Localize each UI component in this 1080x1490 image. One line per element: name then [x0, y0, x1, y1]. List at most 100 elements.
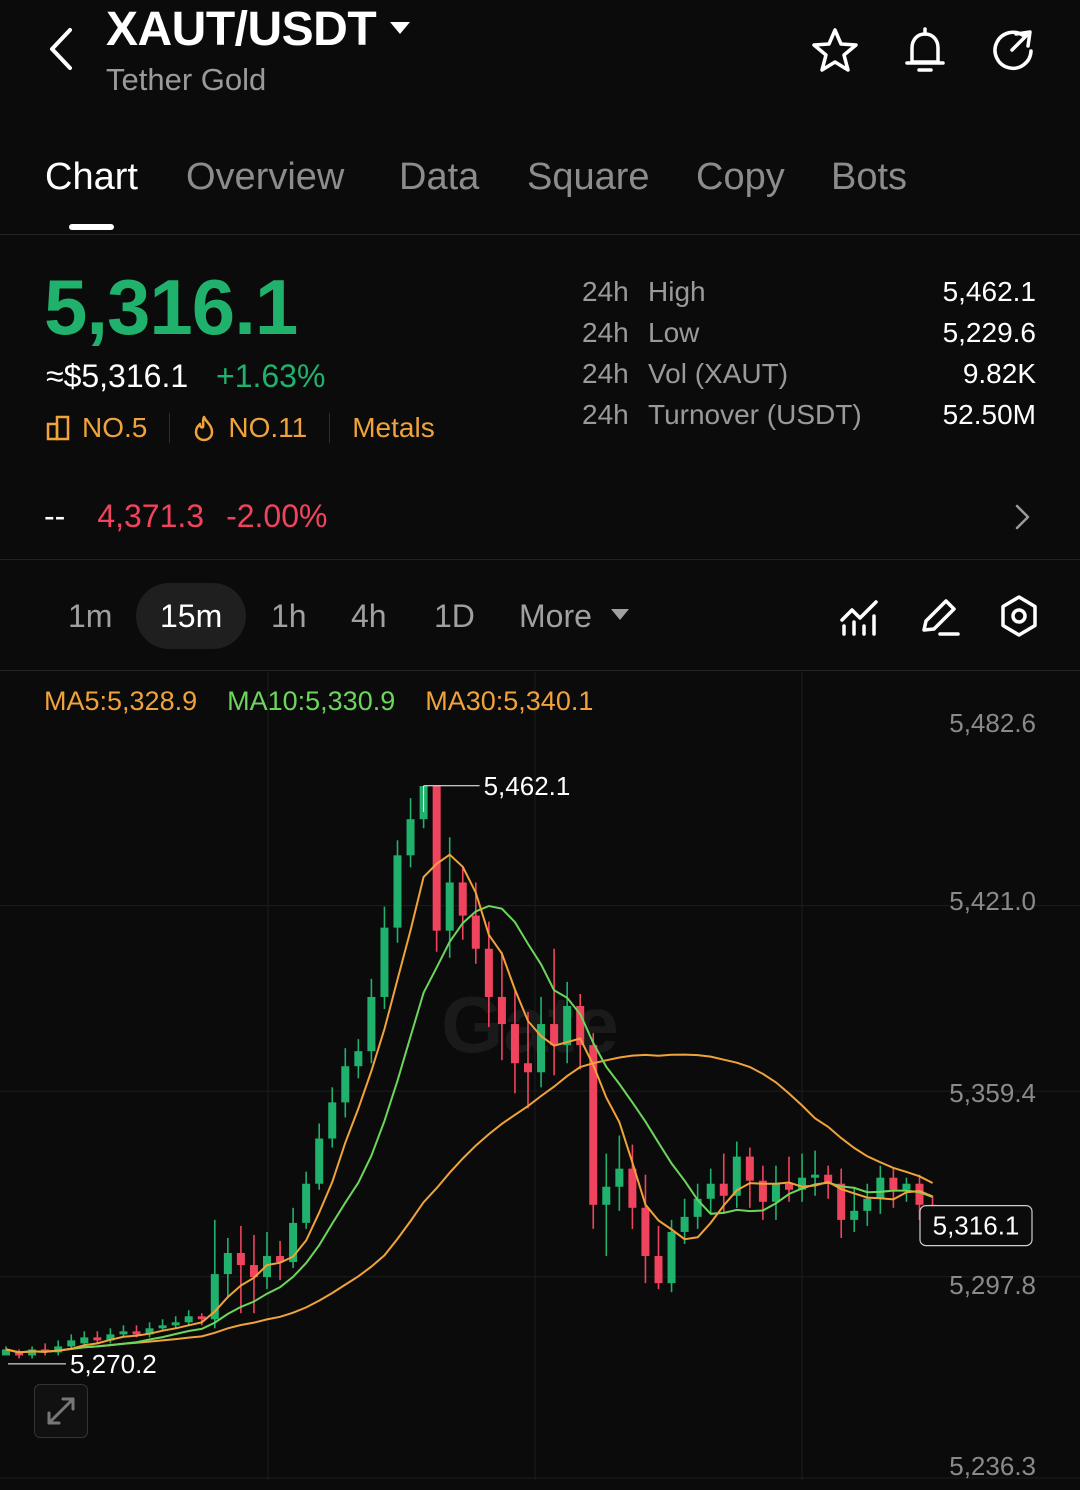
flame-icon: [195, 415, 214, 442]
stat-row-low: 24h Low 5,229.6: [582, 317, 1036, 358]
indicators-icon[interactable]: [838, 594, 882, 638]
stat-period: 24h: [582, 399, 629, 430]
share-icon[interactable]: [988, 26, 1038, 76]
tab-overview[interactable]: Overview: [186, 156, 344, 199]
candle-body: [497, 996, 506, 1025]
candles: [2, 786, 937, 1359]
tab-square[interactable]: Square: [527, 156, 650, 199]
back-chevron-icon[interactable]: [40, 24, 84, 74]
y-axis-tick: 5,359.4: [949, 1078, 1036, 1108]
draw-pen-icon[interactable]: [918, 594, 962, 638]
stat-label: High: [648, 276, 706, 307]
pair-name: Tether Gold: [106, 62, 267, 97]
secondary-price-row[interactable]: -- 4,371.3 -2.00%: [44, 498, 327, 535]
candle-body: [171, 1322, 180, 1326]
candle-body: [471, 915, 480, 949]
stats-panel: 24h High 5,462.1 24h Low 5,229.6 24h Vol…: [582, 276, 1036, 440]
candle-body: [615, 1168, 624, 1187]
candle-body: [354, 1051, 363, 1067]
candlestick-chart[interactable]: Gate 5,462.15,270.25,316.1: [0, 671, 1080, 1490]
candle-body: [67, 1340, 76, 1347]
candle-body: [445, 882, 454, 931]
y-axis-tick: 5,482.6: [949, 708, 1036, 738]
expand-chart-button[interactable]: [34, 1384, 88, 1438]
bell-icon[interactable]: [900, 26, 950, 76]
approx-usd-price: ≈$5,316.1: [46, 358, 189, 394]
low-price-label: 5,270.2: [70, 1349, 157, 1379]
candle-body: [550, 1024, 559, 1046]
rank-chart-icon: [46, 415, 70, 441]
candle-body: [863, 1198, 872, 1211]
ma30-line: [5, 1053, 934, 1354]
ma-legend: MA5:5,328.9 MA10:5,330.9 MA30:5,340.1: [44, 686, 593, 717]
star-icon[interactable]: [810, 26, 860, 76]
rank-row: NO.5 NO.11 Metals: [46, 410, 435, 446]
secondary-price: 4,371.3: [97, 498, 205, 534]
stat-value: 9.82K: [962, 358, 1036, 389]
candle-body: [850, 1210, 859, 1220]
stat-value: 5,229.6: [942, 317, 1036, 348]
candle-body: [80, 1337, 89, 1344]
stat-row-volume: 24h Vol (XAUT) 9.82K: [582, 358, 1036, 399]
divider: [329, 413, 331, 443]
change-percent: +1.63%: [216, 358, 326, 394]
stat-label: Turnover (USDT): [648, 399, 862, 430]
more-caret-icon[interactable]: [610, 607, 630, 623]
chevron-right-icon[interactable]: [1012, 502, 1032, 532]
candle-body: [223, 1253, 232, 1275]
rank-badge-2[interactable]: NO.11: [228, 412, 307, 444]
candle-body: [236, 1253, 245, 1266]
candle-body: [328, 1102, 337, 1139]
rank-badge-1[interactable]: NO.5: [82, 412, 147, 444]
candle-body: [524, 1063, 532, 1073]
pair-title[interactable]: XAUT/USDT: [106, 4, 377, 56]
dropdown-caret-icon[interactable]: [388, 16, 412, 40]
interval-more[interactable]: More: [519, 598, 592, 635]
candle-body: [484, 948, 493, 997]
interval-4h[interactable]: 4h: [351, 598, 387, 635]
interval-1d[interactable]: 1D: [434, 598, 475, 635]
ma10-value: MA10:5,330.9: [227, 686, 396, 716]
candle-body: [745, 1156, 754, 1181]
candle-body: [458, 882, 467, 916]
divider: [0, 559, 1080, 560]
tab-copy[interactable]: Copy: [696, 156, 785, 199]
tab-data[interactable]: Data: [399, 156, 479, 199]
interval-1m[interactable]: 1m: [68, 598, 112, 635]
last-price-tag-label: 5,316.1: [933, 1211, 1020, 1241]
interval-1h[interactable]: 1h: [271, 598, 307, 635]
stat-value: 5,462.1: [942, 276, 1036, 307]
y-axis-tick: 5,297.8: [949, 1270, 1036, 1300]
y-axis-tick: 5,236.3: [949, 1451, 1036, 1481]
interval-15m[interactable]: 15m: [160, 598, 222, 635]
secondary-change: -2.00%: [226, 498, 328, 534]
expand-icon: [47, 1397, 75, 1425]
chart-annotations: 5,462.1 5,270.2 5,316.1: [8, 771, 1033, 1379]
tab-bots[interactable]: Bots: [831, 156, 907, 199]
high-price-label: 5,462.1: [484, 771, 571, 801]
y-axis-tick: 5,421.0: [949, 886, 1036, 916]
ma5-value: MA5:5,328.9: [44, 686, 198, 716]
settings-hexagon-icon[interactable]: [997, 594, 1041, 638]
candle-body: [641, 1207, 650, 1257]
candle-body: [315, 1138, 324, 1184]
tab-chart[interactable]: Chart: [45, 156, 138, 199]
candle-body: [119, 1331, 128, 1335]
candle-body: [563, 1005, 572, 1046]
candle-body: [771, 1183, 780, 1202]
candle-body: [719, 1183, 728, 1196]
active-tab-indicator: [69, 224, 114, 230]
candle-body: [680, 1216, 689, 1232]
stat-row-high: 24h High 5,462.1: [582, 276, 1036, 317]
candle-body: [602, 1186, 611, 1205]
candle-body: [706, 1183, 715, 1199]
ma10-line: [5, 904, 933, 1354]
stat-period: 24h: [582, 358, 629, 389]
candle-body: [184, 1316, 193, 1323]
stat-period: 24h: [582, 317, 629, 348]
divider: [169, 413, 171, 443]
candle-body: [93, 1337, 102, 1341]
category-tag[interactable]: Metals: [352, 412, 434, 444]
stat-label: Low: [648, 317, 700, 348]
stat-label: Vol (XAUT): [648, 358, 789, 389]
